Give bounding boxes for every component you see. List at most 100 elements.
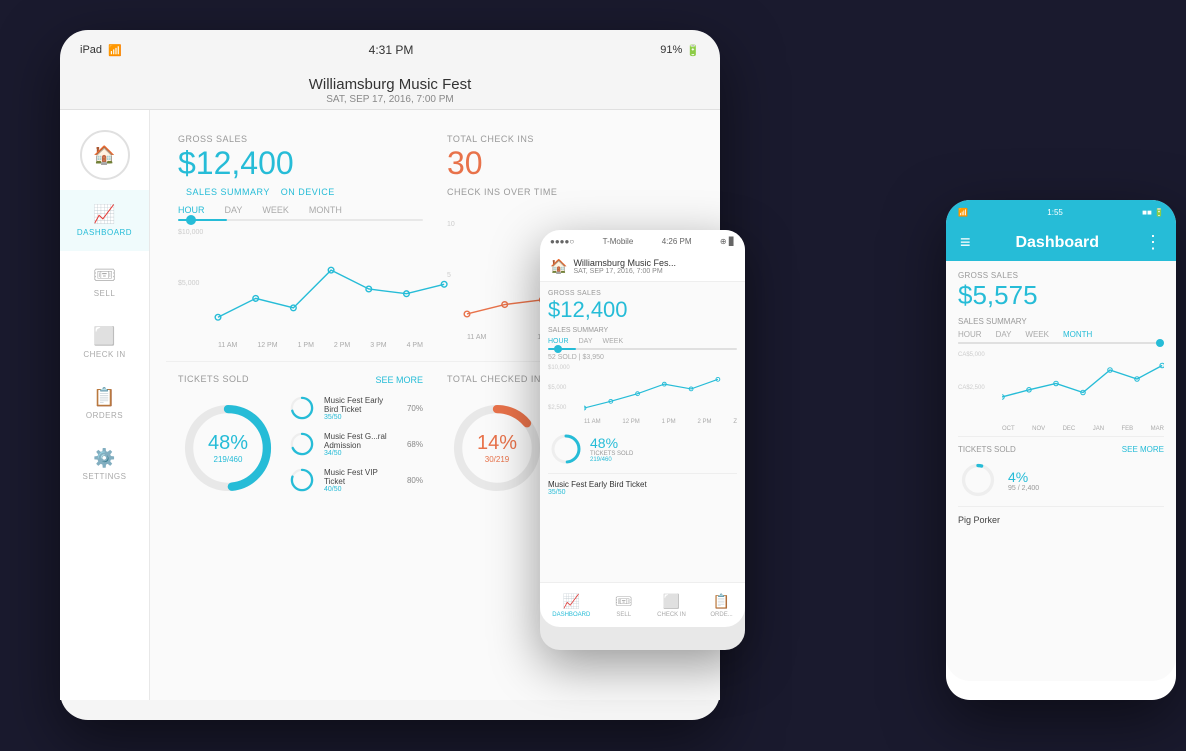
iphone-month[interactable]: MONTH	[1063, 330, 1092, 339]
android-week[interactable]: WEEK	[603, 338, 624, 345]
android-nav-orders[interactable]: 📋 ORDE...	[710, 593, 732, 618]
iphone-menu-icon[interactable]: ≡	[960, 232, 971, 253]
ticket-fraction-1: 35/50	[324, 414, 399, 421]
iphone-tickets-label: TICKETS SOLD	[958, 445, 1016, 454]
iphone-tickets-section: TICKETS SOLD SEE MORE 4% 95 / 2,400	[958, 436, 1164, 500]
gross-sales-label: GROSS SALES	[178, 134, 423, 144]
tickets-donut-container: 48% 219/460	[178, 394, 423, 502]
iphone-header: ≡ Dashboard ⋮	[946, 224, 1176, 261]
ipad-home-button[interactable]: 🏠	[80, 130, 130, 180]
ipad-battery-icon: 🔋	[686, 44, 700, 57]
settings-label: SETTINGS	[82, 472, 126, 481]
check-ins-value: 30	[447, 146, 692, 181]
ticket-item-1: Music Fest Early Bird Ticket 35/50 70%	[288, 394, 423, 422]
gross-sales-value: $12,400	[178, 146, 423, 181]
android-dashboard-lbl: DASHBOARD	[552, 612, 590, 618]
donut-percentage: 48%	[208, 432, 248, 455]
iphone-chart: CA$5,000 CA$2,500 OCT NOV DEC JAN FEB	[958, 352, 1164, 432]
iphone-battery: ■■ 🔋	[1142, 208, 1164, 217]
sell-icon: 🎟	[93, 265, 116, 286]
iphone-tickets-row: 4% 95 / 2,400	[958, 460, 1164, 500]
android-status-bar: ●●●●○ T-Mobile 4:26 PM ⊕ ▊	[540, 230, 745, 252]
checkin-donut-center: 14% 30/219	[477, 432, 517, 464]
iphone-gross-label: GROSS SALES	[958, 271, 1164, 280]
android-nav-checkin[interactable]: ⬜ CHECK IN	[657, 593, 686, 618]
android-tickets-pct: 48%	[590, 435, 633, 451]
sales-summary-label: SALES SUMMARY ON DEVICE	[178, 187, 423, 197]
time-week[interactable]: WEEK	[262, 205, 289, 215]
sidebar-item-settings[interactable]: ⚙️ SETTINGS	[60, 434, 149, 495]
checkin-fraction: 30/219	[477, 455, 517, 464]
iphone-wifi-icon: 📶	[958, 208, 968, 217]
time-month[interactable]: MONTH	[309, 205, 342, 215]
android-day[interactable]: DAY	[579, 338, 593, 345]
iphone-week[interactable]: WEEK	[1025, 330, 1049, 339]
sales-line-chart	[218, 229, 463, 349]
iphone-more-icon[interactable]: ⋮	[1144, 232, 1162, 253]
android-sales-info: 52 SOLD | $3,950	[548, 354, 737, 361]
android-header-row: 🏠 Williamsburg Music Fes... SAT, SEP 17,…	[540, 252, 745, 282]
ticket-info-1: Music Fest Early Bird Ticket 35/50	[324, 396, 399, 421]
iphone-tickets-fraction: 95 / 2,400	[1008, 485, 1039, 492]
home-icon: 🏠	[93, 145, 115, 166]
ipad-clock: 4:31 PM	[369, 43, 414, 57]
checkin-icon: ⬜	[93, 326, 115, 347]
android-ticket-item: Music Fest Early Bird Ticket 35/50	[548, 473, 737, 496]
ipad-event-subtitle: SAT, SEP 17, 2016, 7:00 PM	[60, 94, 720, 105]
android-time-slider	[548, 348, 737, 350]
android-nav-bar: 📈 DASHBOARD 🎟 SELL ⬜ CHECK IN 📋 ORDE...	[540, 582, 745, 627]
sidebar-item-dashboard[interactable]: 📈 DASHBOARD	[60, 190, 149, 251]
ticket-pct-3: 80%	[407, 476, 423, 485]
android-time: 4:26 PM	[662, 237, 692, 246]
android-nav-sell[interactable]: 🎟 SELL	[615, 593, 633, 618]
iphone-day[interactable]: DAY	[996, 330, 1012, 339]
android-nav-dashboard[interactable]: 📈 DASHBOARD	[552, 593, 590, 618]
ticket-pct-1: 70%	[407, 404, 423, 413]
iphone-gross-value: $5,575	[958, 280, 1164, 311]
android-gross-value: $12,400	[548, 297, 737, 323]
android-more-icon: ⊕ ▊	[720, 237, 735, 246]
android-home-icon[interactable]: 🏠	[550, 258, 567, 275]
dashboard-label: DASHBOARD	[77, 228, 132, 237]
check-ins-label: TOTAL CHECK INS	[447, 134, 692, 144]
donut-fraction: 219/460	[208, 455, 248, 464]
ticket-mini-donut-2	[288, 430, 316, 458]
sidebar-item-checkin[interactable]: ⬜ CHECK IN	[60, 312, 149, 373]
time-hour[interactable]: HOUR	[178, 205, 205, 215]
android-orders-icon: 📋	[713, 593, 730, 610]
android-orders-lbl: ORDE...	[710, 612, 732, 618]
time-day[interactable]: DAY	[225, 205, 243, 215]
iphone-hour[interactable]: HOUR	[958, 330, 982, 339]
android-hour[interactable]: HOUR	[548, 338, 569, 345]
ticket-mini-donut-1	[288, 394, 316, 422]
android-gross-label: GROSS SALES	[548, 290, 737, 297]
android-carrier: T-Mobile	[603, 237, 634, 246]
iphone-time: 1:55	[1047, 208, 1063, 217]
iphone-donut	[958, 460, 998, 500]
sidebar-item-orders[interactable]: 📋 ORDERS	[60, 373, 149, 434]
iphone-tickets-header: TICKETS SOLD SEE MORE	[958, 445, 1164, 454]
android-summary-label: SALES SUMMARY	[548, 327, 737, 334]
android-ticket-info: 48% TICKETS SOLD 219/460	[590, 435, 633, 463]
ticket-item-2: Music Fest G...ral Admission 34/50 68%	[288, 430, 423, 458]
sidebar-item-sell[interactable]: 🎟 SELL	[60, 251, 149, 312]
ticket-fraction-3: 40/50	[324, 486, 399, 493]
android-event-info: Williamsburg Music Fes... SAT, SEP 17, 2…	[573, 258, 676, 275]
iphone-summary-label: SALES SUMMARY	[958, 317, 1164, 326]
ipad-header: Williamsburg Music Fest SAT, SEP 17, 201…	[60, 70, 720, 110]
see-more-button[interactable]: SEE MORE	[375, 375, 423, 385]
ticket-list: Music Fest Early Bird Ticket 35/50 70%	[288, 394, 423, 502]
ticket-fraction-2: 34/50	[324, 450, 399, 457]
iphone-time-row: HOUR DAY WEEK MONTH	[958, 330, 1164, 339]
iphone-status-bar: 📶 1:55 ■■ 🔋	[946, 200, 1176, 224]
android-tickets-row: 48% TICKETS SOLD 219/460	[548, 431, 737, 467]
on-device-label: ON DEVICE	[281, 187, 335, 197]
donut-center-text: 48% 219/460	[208, 432, 248, 464]
iphone-see-more[interactable]: SEE MORE	[1122, 445, 1164, 454]
checked-in-label: TOTAL CHECKED IN	[447, 374, 541, 384]
android-checkin-icon: ⬜	[663, 593, 680, 610]
orders-label: ORDERS	[86, 411, 123, 420]
tickets-sold-section: TICKETS SOLD SEE MORE 48% 219	[166, 366, 435, 510]
iphone-tickets-pct: 4%	[1008, 469, 1039, 485]
settings-icon: ⚙️	[93, 448, 115, 469]
